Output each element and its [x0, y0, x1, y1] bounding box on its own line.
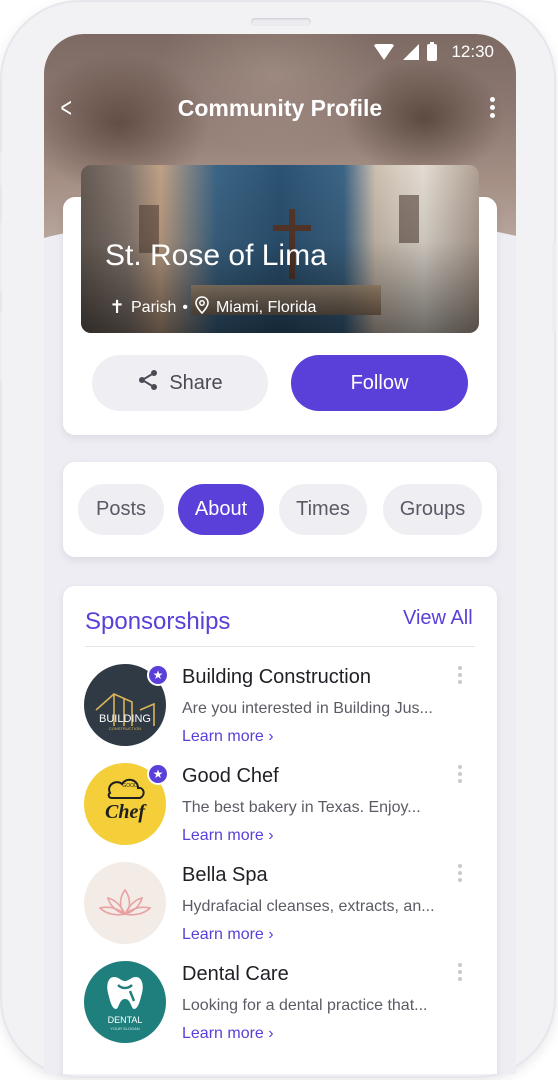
- bella-spa-logo: [84, 862, 166, 944]
- location-pin-icon: [194, 296, 210, 319]
- sponsor-name: Bella Spa: [182, 864, 268, 886]
- community-meta: ✝ Parish • Miami, Florida: [109, 296, 316, 319]
- status-time: 12:30: [451, 42, 494, 61]
- sponsor-name: Good Chef: [182, 765, 279, 787]
- sponsorships-title: Sponsorships: [85, 608, 231, 635]
- page-title: Community Profile: [177, 95, 383, 121]
- chevron-right-icon: ›: [268, 827, 274, 844]
- sponsor-description: Are you interested in Building Jus...: [182, 700, 433, 717]
- item-more-icon[interactable]: [458, 666, 464, 687]
- learn-more-link[interactable]: Learn more ›: [182, 728, 274, 746]
- phone-volume-down: [0, 312, 2, 382]
- building-logo-text: BUILDING: [99, 713, 151, 725]
- learn-more-label: Learn more: [182, 728, 264, 745]
- phone-volume-up: [0, 222, 2, 292]
- section-divider: [85, 646, 475, 647]
- community-type: Parish: [131, 298, 177, 316]
- sponsor-description: Looking for a dental practice that...: [182, 997, 428, 1014]
- community-name: St. Rose of Lima: [105, 239, 327, 272]
- sponsor-description: The best bakery in Texas. Enjoy...: [182, 799, 421, 816]
- share-button-label: Share: [169, 371, 223, 394]
- church-photo: St. Rose of Lima ✝ Parish • Miami, Flori…: [81, 165, 479, 333]
- sponsor-item-building-construction[interactable]: BUILDING CONSTRUCTION ★ Building Constru…: [84, 664, 476, 756]
- star-badge-icon: ★: [147, 664, 169, 686]
- dental-care-logo: DENTAL YOUR SLOGAN: [84, 961, 166, 1043]
- sponsor-name: Building Construction: [182, 666, 371, 688]
- chef-logo-sub: GOOD: [122, 783, 138, 789]
- learn-more-label: Learn more: [182, 926, 264, 943]
- learn-more-link[interactable]: Learn more ›: [182, 926, 274, 944]
- building-logo-sub: CONSTRUCTION: [109, 726, 141, 731]
- tab-times[interactable]: Times: [279, 484, 367, 535]
- sponsor-item-bella-spa[interactable]: Bella Spa Hydrafacial cleanses, extracts…: [84, 862, 476, 954]
- view-all-link[interactable]: View All: [403, 607, 473, 630]
- item-more-icon[interactable]: [458, 864, 464, 885]
- dental-logo-sub: YOUR SLOGAN: [110, 1026, 139, 1031]
- app-screen: 12:30 < Community Profile St. Rose of Li…: [44, 34, 516, 1074]
- app-bar: < Community Profile: [44, 89, 516, 129]
- chevron-right-icon: ›: [268, 728, 274, 745]
- learn-more-link[interactable]: Learn more ›: [182, 1025, 274, 1043]
- item-more-icon[interactable]: [458, 765, 464, 786]
- tab-posts[interactable]: Posts: [78, 484, 164, 535]
- tab-groups[interactable]: Groups: [383, 484, 482, 535]
- wifi-icon: [373, 44, 396, 60]
- learn-more-link[interactable]: Learn more ›: [182, 827, 274, 845]
- phone-frame: 12:30 < Community Profile St. Rose of Li…: [0, 2, 556, 1076]
- phone-side-button: [0, 152, 2, 186]
- sponsor-item-good-chef[interactable]: GOOD Chef ★ Good Chef The best bakery in…: [84, 763, 476, 855]
- meta-separator: •: [182, 298, 188, 316]
- follow-button[interactable]: Follow: [291, 355, 468, 411]
- sponsor-name: Dental Care: [182, 963, 289, 985]
- cross-icon: ✝: [109, 297, 125, 317]
- dental-logo-text: DENTAL: [108, 1015, 143, 1025]
- share-button[interactable]: Share: [92, 355, 268, 411]
- more-vertical-icon[interactable]: [490, 97, 496, 121]
- community-location: Miami, Florida: [215, 298, 317, 316]
- status-bar: 12:30: [373, 34, 494, 70]
- signal-icon: [403, 44, 420, 60]
- phone-power-button: [552, 242, 556, 332]
- sponsor-item-dental-care[interactable]: DENTAL YOUR SLOGAN Dental Care Looking f…: [84, 961, 476, 1053]
- star-badge-icon: ★: [147, 763, 169, 785]
- tab-about[interactable]: About: [178, 484, 264, 535]
- chevron-right-icon: ›: [268, 1025, 274, 1042]
- chevron-right-icon: ›: [268, 926, 274, 943]
- phone-speaker: [251, 18, 311, 26]
- learn-more-label: Learn more: [182, 1025, 264, 1042]
- chef-logo-text: Chef: [105, 801, 147, 823]
- battery-icon: [427, 41, 438, 61]
- item-more-icon[interactable]: [458, 963, 464, 984]
- sponsor-description: Hydrafacial cleanses, extracts, an...: [182, 898, 435, 915]
- share-icon: [137, 369, 159, 397]
- learn-more-label: Learn more: [182, 827, 264, 844]
